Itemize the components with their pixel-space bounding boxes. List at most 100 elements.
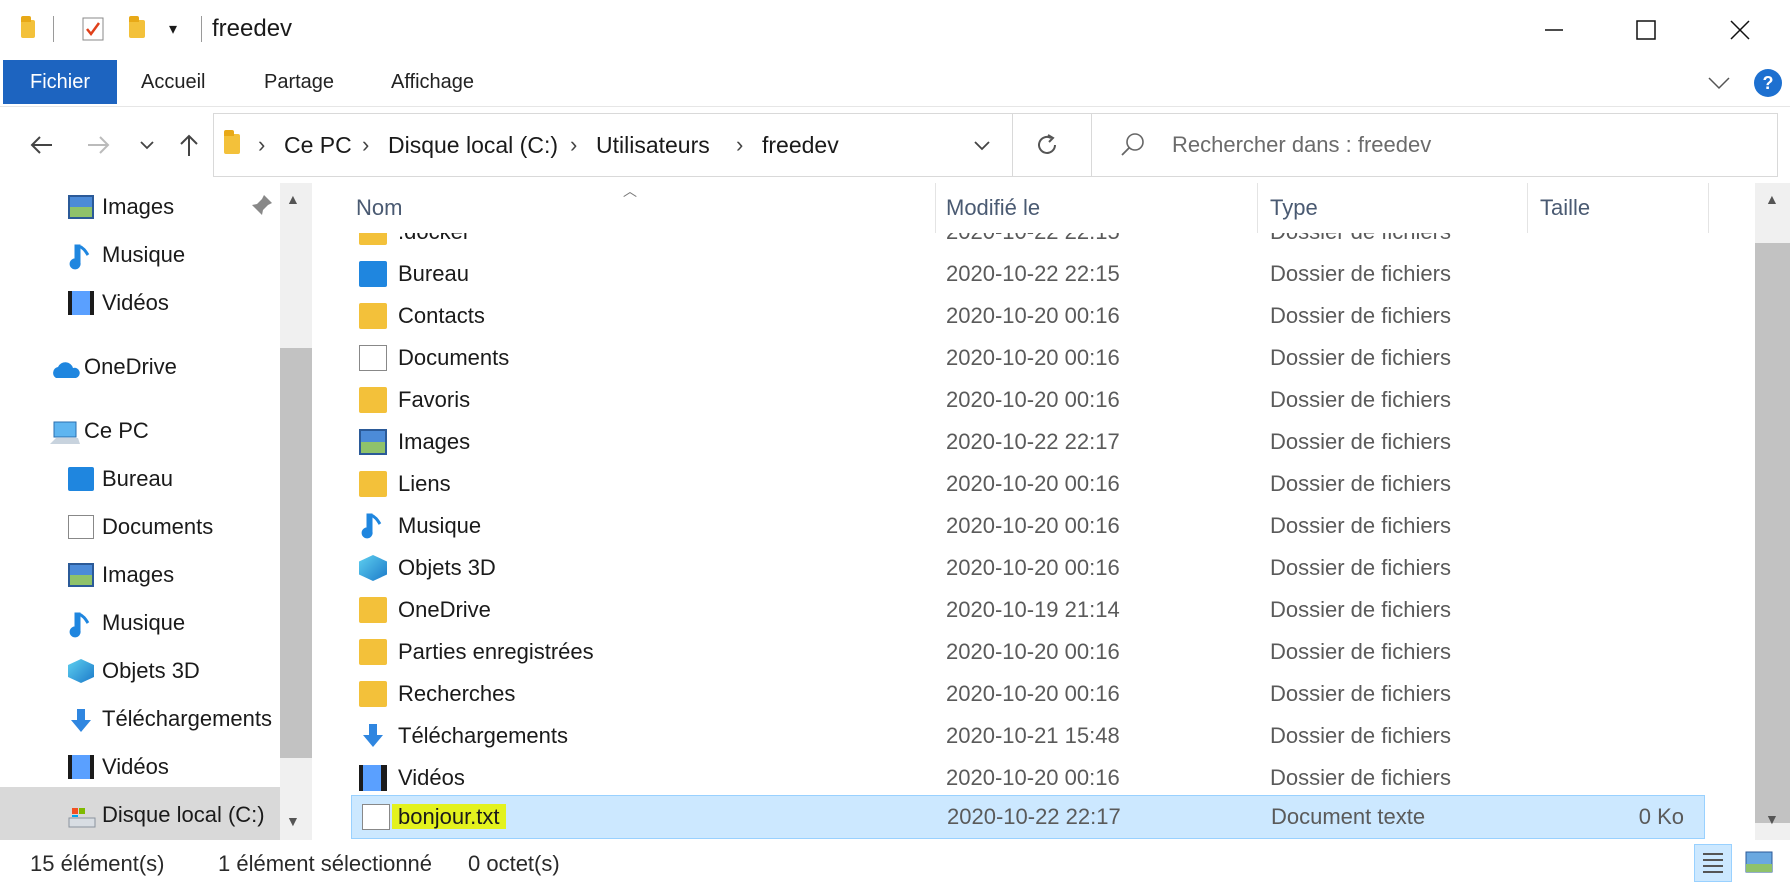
desktop-icon	[68, 467, 94, 491]
file-row-musique[interactable]: Musique 2020-10-20 00:16 Dossier de fich…	[343, 505, 1695, 547]
file-name: .docker	[398, 219, 471, 244]
search-box[interactable]: Rechercher dans : freedev	[1091, 113, 1778, 177]
column-header-size[interactable]: Taille	[1540, 183, 1590, 233]
objects-3d-icon	[68, 659, 94, 683]
details-view-icon[interactable]	[1694, 844, 1732, 882]
tab-fichier[interactable]: Fichier	[3, 60, 117, 104]
file-list-scrollbar[interactable]: ▲ ▼	[1755, 183, 1790, 840]
column-separator[interactable]	[1527, 183, 1528, 233]
file-row-liens[interactable]: Liens 2020-10-20 00:16 Dossier de fichie…	[343, 463, 1695, 505]
file-name: Documents	[398, 345, 510, 370]
file-row-bureau[interactable]: Bureau 2020-10-22 22:15 Dossier de fichi…	[343, 253, 1695, 295]
nav-item-label: Documents	[102, 514, 214, 539]
scrollbar-thumb[interactable]	[280, 348, 312, 758]
file-row-objets-3d[interactable]: Objets 3D 2020-10-20 00:16 Dossier de fi…	[343, 547, 1695, 589]
up-arrow-icon[interactable]	[172, 123, 206, 167]
column-header-type[interactable]: Type	[1270, 183, 1318, 233]
images-icon	[68, 563, 94, 587]
file-type: Dossier de fichiers	[1270, 471, 1451, 496]
customize-toolbar-icon[interactable]: ▾	[158, 14, 188, 44]
address-history-chevron-icon[interactable]	[972, 136, 992, 156]
videos-icon	[359, 765, 387, 791]
scroll-up-icon[interactable]: ▲	[1765, 191, 1779, 207]
file-type: Dossier de fichiers	[1270, 597, 1451, 622]
file-modified: 2020-10-20 00:16	[946, 765, 1120, 790]
nav-item-label: Musique	[102, 610, 186, 635]
file-row-videos[interactable]: Vidéos 2020-10-20 00:16 Dossier de fichi…	[343, 757, 1695, 799]
window-title: freedev	[212, 15, 293, 42]
file-row-favoris[interactable]: Favoris 2020-10-20 00:16 Dossier de fich…	[343, 379, 1695, 421]
file-type: Dossier de fichiers	[1270, 555, 1451, 580]
breadcrumb-utilisateurs[interactable]: Utilisateurs	[596, 114, 710, 176]
back-arrow-icon[interactable]	[24, 123, 58, 167]
breadcrumb-separator-icon[interactable]: ›	[258, 114, 265, 176]
file-type: Dossier de fichiers	[1270, 723, 1451, 748]
file-row-recherches[interactable]: Recherches 2020-10-20 00:16 Dossier de f…	[343, 673, 1695, 715]
tab-accueil[interactable]: Accueil	[121, 60, 225, 104]
file-name: bonjour.txt	[392, 804, 506, 829]
help-icon[interactable]: ?	[1754, 69, 1782, 97]
search-placeholder: Rechercher dans : freedev	[1172, 132, 1432, 157]
new-folder-icon[interactable]	[120, 14, 154, 44]
drive-icon	[68, 803, 96, 828]
breadcrumb-separator-icon[interactable]: ›	[362, 114, 369, 176]
images-icon	[359, 429, 387, 455]
forward-arrow-icon[interactable]	[82, 123, 116, 167]
file-row-onedrive[interactable]: OneDrive 2020-10-19 21:14 Dossier de fic…	[343, 589, 1695, 631]
file-name: Musique	[398, 513, 482, 538]
minimize-button[interactable]	[1508, 0, 1600, 60]
file-type: Dossier de fichiers	[1270, 639, 1451, 664]
file-row-parties-enregistrees[interactable]: Parties enregistrées 2020-10-20 00:16 Do…	[343, 631, 1695, 673]
scrollbar-thumb[interactable]	[1755, 243, 1790, 823]
downloads-icon	[68, 707, 94, 732]
music-icon	[68, 611, 94, 638]
scroll-down-icon[interactable]: ▼	[1765, 811, 1779, 827]
tab-partage[interactable]: Partage	[244, 60, 354, 104]
file-row-telechargements[interactable]: Téléchargements 2020-10-21 15:48 Dossier…	[343, 715, 1695, 757]
file-row-images[interactable]: Images 2020-10-22 22:17 Dossier de fichi…	[343, 421, 1695, 463]
recent-locations-chevron-icon[interactable]	[130, 123, 164, 167]
file-type: Dossier de fichiers	[1270, 681, 1451, 706]
breadcrumb-ce-pc[interactable]: Ce PC	[284, 114, 352, 176]
file-name: Vidéos	[398, 765, 465, 790]
refresh-icon[interactable]	[1034, 132, 1060, 158]
scroll-down-icon[interactable]: ▼	[286, 813, 300, 829]
scroll-up-icon[interactable]: ▲	[286, 191, 300, 207]
close-button[interactable]	[1694, 0, 1786, 60]
file-modified: 2020-10-22 22:17	[947, 804, 1121, 829]
expand-ribbon-icon[interactable]	[1706, 70, 1732, 96]
music-icon	[68, 243, 94, 270]
navigation-pane-scrollbar[interactable]: ▲ ▼	[280, 183, 312, 840]
file-row-bonjour-txt[interactable]: bonjour.txt 2020-10-22 22:17 Document te…	[351, 795, 1705, 839]
pin-icon[interactable]	[250, 193, 274, 217]
documents-icon	[359, 345, 387, 371]
properties-icon[interactable]	[76, 14, 110, 44]
column-separator[interactable]	[1257, 183, 1258, 233]
breadcrumb-freedev[interactable]: freedev	[762, 114, 839, 176]
file-row-documents[interactable]: Documents 2020-10-20 00:16 Dossier de fi…	[343, 337, 1695, 379]
large-icons-view-icon[interactable]	[1744, 848, 1774, 878]
column-separator[interactable]	[935, 183, 936, 233]
onedrive-icon	[50, 355, 80, 379]
column-separator[interactable]	[1708, 183, 1709, 233]
column-header-name[interactable]: Nom	[356, 183, 402, 233]
file-row-contacts[interactable]: Contacts 2020-10-20 00:16 Dossier de fic…	[343, 295, 1695, 337]
documents-icon	[68, 515, 94, 539]
nav-item-label: Téléchargements	[102, 706, 272, 731]
file-name: Objets 3D	[398, 555, 496, 580]
nav-item-label: Disque local (C:)	[102, 802, 265, 827]
file-type: Dossier de fichiers	[1270, 345, 1451, 370]
column-header-modified[interactable]: Modifié le	[946, 183, 1040, 233]
breadcrumb-disque-local[interactable]: Disque local (C:)	[388, 114, 558, 176]
file-modified: 2020-10-22 22:17	[946, 429, 1120, 454]
tab-affichage[interactable]: Affichage	[371, 60, 494, 104]
file-name: Images	[398, 429, 471, 454]
file-modified: 2020-10-20 00:16	[946, 513, 1120, 538]
maximize-button[interactable]	[1600, 0, 1692, 60]
breadcrumb-separator-icon[interactable]: ›	[570, 114, 577, 176]
file-modified: 2020-10-21 15:48	[946, 723, 1120, 748]
breadcrumb-separator-icon[interactable]: ›	[736, 114, 743, 176]
nav-item-label: Bureau	[102, 466, 173, 491]
file-type: Dossier de fichiers	[1270, 429, 1451, 454]
desktop-icon	[359, 261, 387, 287]
